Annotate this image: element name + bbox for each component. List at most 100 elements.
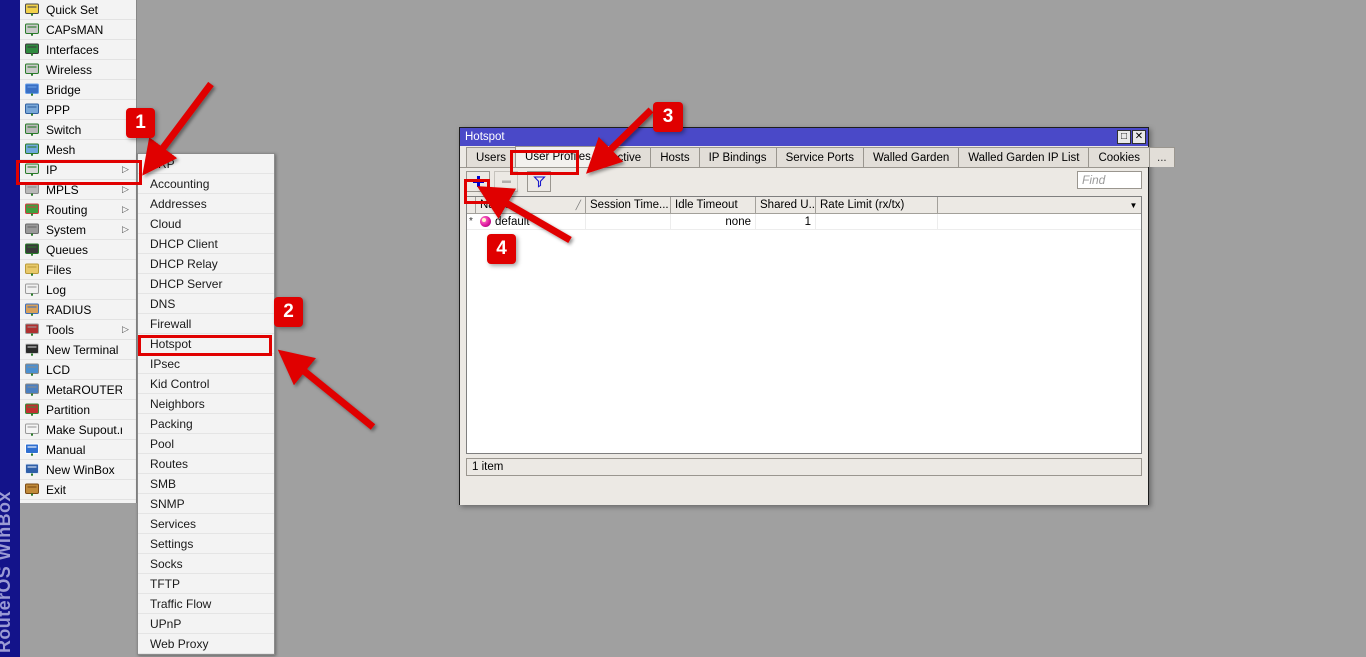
ip-submenu-item-label: ARP xyxy=(150,156,175,171)
lcd-icon xyxy=(24,362,41,377)
sidebar-item-ppp[interactable]: PPP xyxy=(20,100,136,120)
ip-submenu-item-smb[interactable]: SMB xyxy=(138,474,274,494)
arrow-to-hotspot-item xyxy=(277,349,376,430)
tab-label: Service Ports xyxy=(785,151,854,164)
hotspot-titlebar: Hotspot □ ✕ xyxy=(460,128,1148,146)
routing-icon xyxy=(24,202,41,217)
sidebar-item-bridge[interactable]: Bridge xyxy=(20,80,136,100)
ip-submenu-item-label: SMB xyxy=(150,476,177,491)
ip-submenu-item-dhcp-client[interactable]: DHCP Client xyxy=(138,234,274,254)
sidebar-item-switch[interactable]: Switch xyxy=(20,120,136,140)
sidebar-item-system[interactable]: System ▷ xyxy=(20,220,136,240)
sidebar-item-capsman[interactable]: CAPsMAN xyxy=(20,20,136,40)
ip-submenu-item-label: Socks xyxy=(150,556,183,571)
tab-user-profiles[interactable]: User Profiles xyxy=(515,146,601,167)
ip-submenu-item-pool[interactable]: Pool xyxy=(138,434,274,454)
sidebar-item-label: New Terminal xyxy=(46,342,119,357)
table-row[interactable]: * default none 1 xyxy=(467,214,1141,230)
sidebar-item-interfaces[interactable]: Interfaces xyxy=(20,40,136,60)
ip-submenu-item-cloud[interactable]: Cloud xyxy=(138,214,274,234)
sidebar-item-label: System xyxy=(46,222,87,237)
ip-submenu-item-ipsec[interactable]: IPsec xyxy=(138,354,274,374)
ip-submenu-item-firewall[interactable]: Firewall xyxy=(138,314,274,334)
filter-icon[interactable] xyxy=(527,171,551,192)
ip-submenu-item-label: Services xyxy=(150,516,197,531)
sidebar-item-wireless[interactable]: Wireless xyxy=(20,60,136,80)
ip-submenu-item-dhcp-server[interactable]: DHCP Server xyxy=(138,274,274,294)
sidebar-item-log[interactable]: Log xyxy=(20,280,136,300)
sidebar-item-label: Files xyxy=(46,262,72,277)
ip-submenu-item-services[interactable]: Services xyxy=(138,514,274,534)
sidebar-item-queues[interactable]: Queues xyxy=(20,240,136,260)
tab-service-ports[interactable]: Service Ports xyxy=(775,147,864,167)
sidebar-item-make-supout-rif[interactable]: Make Supout.rif xyxy=(20,420,136,440)
ip-submenu-item-settings[interactable]: Settings xyxy=(138,534,274,554)
sidebar-item-label: Bridge xyxy=(46,82,81,97)
hotspot-toolbar: Find xyxy=(460,168,1148,193)
sidebar-item-lcd[interactable]: LCD xyxy=(20,360,136,380)
ip-submenu-item-addresses[interactable]: Addresses xyxy=(138,194,274,214)
ip-submenu-item-dns[interactable]: DNS xyxy=(138,294,274,314)
sort-ascending-icon: ╱ xyxy=(575,199,581,210)
ip-submenu-item-traffic-flow[interactable]: Traffic Flow xyxy=(138,594,274,614)
step-badge-4: 4 xyxy=(487,234,516,264)
sidebar-item-metarouter[interactable]: MetaROUTER xyxy=(20,380,136,400)
ip-submenu-item-accounting[interactable]: Accounting xyxy=(138,174,274,194)
ip-submenu-item-hotspot[interactable]: Hotspot xyxy=(138,334,274,354)
sidebar-item-label: New WinBox xyxy=(46,462,115,477)
column-header-idle-timeout[interactable]: Idle Timeout xyxy=(671,197,756,213)
tab-active[interactable]: Active xyxy=(599,147,652,167)
column-header-rate-limit-rx-tx[interactable]: Rate Limit (rx/tx) xyxy=(816,197,938,213)
ip-submenu-item-dhcp-relay[interactable]: DHCP Relay xyxy=(138,254,274,274)
ip-submenu-item-arp[interactable]: ARP xyxy=(138,154,274,174)
column-chooser-icon[interactable]: ▼ xyxy=(1126,197,1141,213)
tab-cookies[interactable]: Cookies xyxy=(1088,147,1151,167)
tab-walled-garden-ip-list[interactable]: Walled Garden IP List xyxy=(958,147,1090,167)
ip-submenu-item-upnp[interactable]: UPnP xyxy=(138,614,274,634)
column-header-label: Session Time... xyxy=(590,199,669,211)
hotspot-body: Users User Profiles Active Hosts IP Bindings… xyxy=(460,146,1175,505)
sidebar-item-radius[interactable]: RADIUS xyxy=(20,300,136,320)
sidebar-item-ip[interactable]: IP ▷ xyxy=(20,160,136,180)
ip-submenu-item-routes[interactable]: Routes xyxy=(138,454,274,474)
hotspot-window: Hotspot □ ✕ Users User Profiles Active Host… xyxy=(459,127,1175,505)
sidebar-item-tools[interactable]: Tools ▷ xyxy=(20,320,136,340)
column-header-label: Idle Timeout xyxy=(675,199,738,211)
ip-submenu-item-snmp[interactable]: SNMP xyxy=(138,494,274,514)
close-button[interactable]: ✕ xyxy=(1132,130,1146,144)
sidebar-item-routing[interactable]: Routing ▷ xyxy=(20,200,136,220)
cell-rate-limit xyxy=(816,214,938,229)
folder-icon xyxy=(24,262,41,277)
sidebar-item-new-winbox[interactable]: New WinBox xyxy=(20,460,136,480)
ip-submenu-item-tftp[interactable]: TFTP xyxy=(138,574,274,594)
sidebar-item-partition[interactable]: Partition xyxy=(20,400,136,420)
find-input[interactable]: Find xyxy=(1077,171,1142,189)
tab-walled-garden[interactable]: Walled Garden xyxy=(862,147,960,167)
sidebar-item-mpls[interactable]: MPLS ▷ xyxy=(20,180,136,200)
antenna-icon xyxy=(24,22,41,37)
column-header-session-time[interactable]: Session Time... xyxy=(586,197,671,213)
ip-submenu-item-label: SNMP xyxy=(150,496,185,511)
sidebar-item-quick-set[interactable]: Quick Set xyxy=(20,0,136,20)
sidebar-item-new-terminal[interactable]: New Terminal xyxy=(20,340,136,360)
sidebar-item-manual[interactable]: Manual xyxy=(20,440,136,460)
ip-submenu-item-neighbors[interactable]: Neighbors xyxy=(138,394,274,414)
column-header-name[interactable]: Name ╱ xyxy=(476,197,586,213)
sidebar-item-files[interactable]: Files xyxy=(20,260,136,280)
sidebar-item-mesh[interactable]: Mesh xyxy=(20,140,136,160)
remove-button[interactable] xyxy=(494,171,518,192)
tab-hosts[interactable]: Hosts xyxy=(650,147,700,167)
ip-submenu-item-kid-control[interactable]: Kid Control xyxy=(138,374,274,394)
ip-submenu-item-socks[interactable]: Socks xyxy=(138,554,274,574)
sidebar-item-exit[interactable]: Exit xyxy=(20,480,136,500)
tab-more[interactable]: ... xyxy=(1149,147,1175,167)
column-header-shared-u[interactable]: Shared U... xyxy=(756,197,816,213)
restore-button[interactable]: □ xyxy=(1117,130,1131,144)
ip-submenu-item-web-proxy[interactable]: Web Proxy xyxy=(138,634,274,654)
add-button[interactable] xyxy=(466,171,490,192)
ip-submenu-item-packing[interactable]: Packing xyxy=(138,414,274,434)
cell-idle-timeout: none xyxy=(671,214,756,229)
tab-users[interactable]: Users xyxy=(466,147,517,167)
cell-name: default xyxy=(476,214,586,229)
tab-ip-bindings[interactable]: IP Bindings xyxy=(698,147,777,167)
